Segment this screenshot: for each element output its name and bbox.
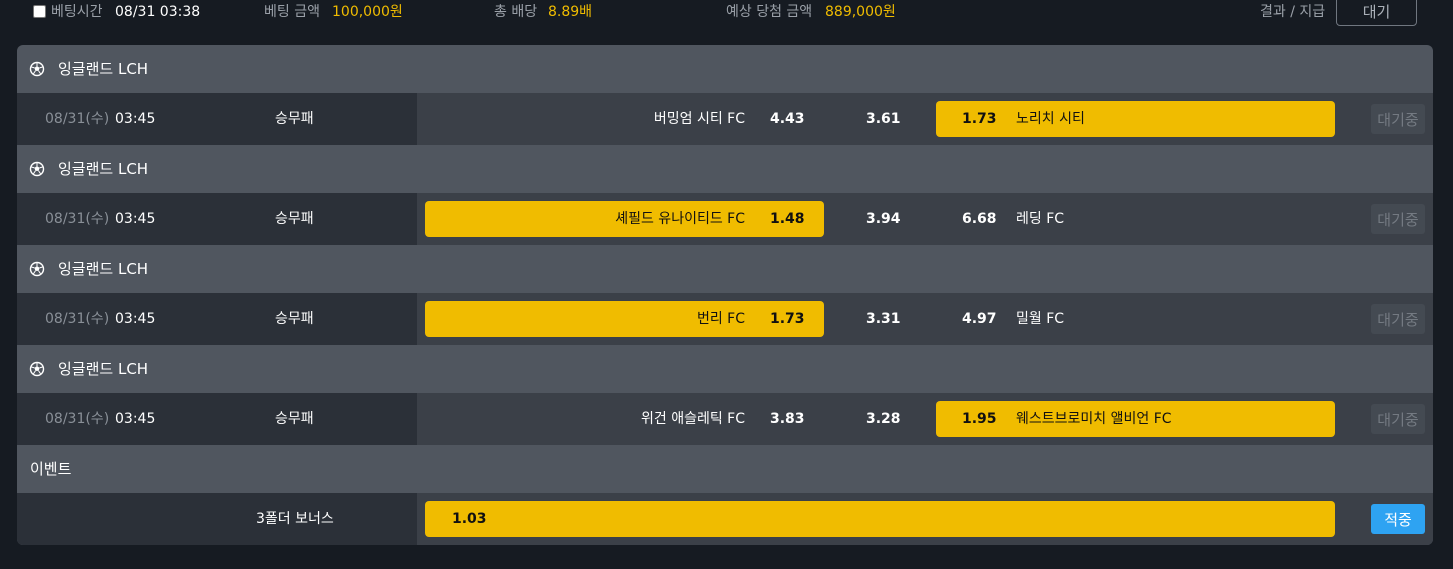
match-date: 08/31(수) — [45, 111, 110, 127]
market-type: 승무패 — [275, 111, 314, 127]
league-header: 잉글랜드 LCH — [17, 45, 1433, 93]
event-odds-highlight[interactable] — [425, 501, 1335, 537]
league-name: 잉글랜드 LCH — [58, 60, 149, 78]
market-type: 승무패 — [275, 311, 314, 327]
home-odds[interactable]: 4.43 — [770, 110, 805, 128]
match-row: 08/31(수) 03:45 승무패 버밍엄 시티 FC 4.43 3.61 1… — [17, 93, 1433, 145]
bet-time-label: 베팅시간 — [51, 4, 103, 20]
home-odds[interactable]: 1.73 — [770, 310, 805, 328]
match-status-badge: 대기중 — [1371, 104, 1425, 134]
home-team[interactable]: 번리 FC — [697, 310, 745, 328]
market-type: 승무패 — [275, 411, 314, 427]
result-payout-label: 결과 / 지급 — [1260, 4, 1326, 20]
bet-amount-value: 100,000원 — [332, 4, 403, 20]
event-name: 3폴더 보너스 — [256, 511, 334, 527]
match-row: 08/31(수) 03:45 승무패 번리 FC 1.73 3.31 4.97 … — [17, 293, 1433, 345]
league-name: 잉글랜드 LCH — [58, 360, 149, 378]
home-team[interactable]: 위건 애슬레틱 FC — [641, 410, 745, 428]
match-time: 03:45 — [115, 311, 156, 327]
match-info-cell: 08/31(수) 03:45 승무패 — [17, 293, 417, 345]
match-info-cell: 08/31(수) 03:45 승무패 — [17, 393, 417, 445]
event-info-cell: 3폴더 보너스 — [17, 493, 417, 545]
match-row: 08/31(수) 03:45 승무패 위건 애슬레틱 FC 3.83 3.28 … — [17, 393, 1433, 445]
draw-odds[interactable]: 3.94 — [866, 210, 901, 228]
bet-time-value: 08/31 03:38 — [115, 4, 201, 20]
soccer-ball-icon — [29, 61, 45, 77]
expected-win-label: 예상 당첨 금액 — [726, 4, 813, 20]
bet-amount-label: 베팅 금액 — [264, 4, 320, 20]
bet-summary-bar: 베팅시간 08/31 03:38 베팅 금액 100,000원 총 배당 8.8… — [0, 0, 1453, 26]
event-header: 이벤트 — [17, 445, 1433, 493]
event-row: 3폴더 보너스 1.03 적중 — [17, 493, 1433, 545]
match-status-badge: 대기중 — [1371, 304, 1425, 334]
soccer-ball-icon — [29, 261, 45, 277]
away-odds[interactable]: 1.95 — [962, 410, 997, 428]
match-date: 08/31(수) — [45, 311, 110, 327]
match-date: 08/31(수) — [45, 411, 110, 427]
bet-select-checkbox[interactable] — [33, 5, 46, 18]
away-team[interactable]: 밀월 FC — [1016, 310, 1064, 328]
bet-slip-panel: 잉글랜드 LCH 08/31(수) 03:45 승무패 버밍엄 시티 FC 4.… — [17, 45, 1433, 545]
match-row: 08/31(수) 03:45 승무패 셰필드 유나이티드 FC 1.48 3.9… — [17, 193, 1433, 245]
event-odds: 1.03 — [452, 511, 487, 527]
bet-status-button[interactable]: 대기 — [1336, 0, 1417, 26]
match-info-cell: 08/31(수) 03:45 승무패 — [17, 193, 417, 245]
away-odds[interactable]: 6.68 — [962, 210, 997, 228]
away-odds[interactable]: 4.97 — [962, 310, 997, 328]
draw-odds[interactable]: 3.28 — [866, 410, 901, 428]
league-header: 잉글랜드 LCH — [17, 145, 1433, 193]
result-hit-badge: 적중 — [1371, 504, 1425, 534]
match-info-cell: 08/31(수) 03:45 승무패 — [17, 93, 417, 145]
league-name: 잉글랜드 LCH — [58, 160, 149, 178]
away-team[interactable]: 노리치 시티 — [1016, 110, 1085, 128]
away-odds[interactable]: 1.73 — [962, 110, 997, 128]
home-team[interactable]: 셰필드 유나이티드 FC — [615, 210, 745, 228]
expected-win-value: 889,000원 — [825, 4, 896, 20]
home-team[interactable]: 버밍엄 시티 FC — [654, 110, 745, 128]
total-odds-value: 8.89배 — [548, 4, 593, 20]
event-title: 이벤트 — [30, 460, 72, 478]
market-type: 승무패 — [275, 211, 314, 227]
draw-odds[interactable]: 3.61 — [866, 110, 901, 128]
match-status-badge: 대기중 — [1371, 404, 1425, 434]
match-time: 03:45 — [115, 411, 156, 427]
away-team[interactable]: 레딩 FC — [1016, 210, 1064, 228]
draw-odds[interactable]: 3.31 — [866, 310, 901, 328]
away-team[interactable]: 웨스트브로미치 앨비언 FC — [1016, 410, 1172, 428]
match-status-badge: 대기중 — [1371, 204, 1425, 234]
league-header: 잉글랜드 LCH — [17, 245, 1433, 293]
match-date: 08/31(수) — [45, 211, 110, 227]
home-odds[interactable]: 1.48 — [770, 210, 805, 228]
league-name: 잉글랜드 LCH — [58, 260, 149, 278]
total-odds-label: 총 배당 — [494, 4, 538, 20]
home-odds[interactable]: 3.83 — [770, 410, 805, 428]
home-selection-highlight[interactable] — [425, 301, 824, 337]
league-header: 잉글랜드 LCH — [17, 345, 1433, 393]
soccer-ball-icon — [29, 161, 45, 177]
match-time: 03:45 — [115, 111, 156, 127]
match-time: 03:45 — [115, 211, 156, 227]
soccer-ball-icon — [29, 361, 45, 377]
